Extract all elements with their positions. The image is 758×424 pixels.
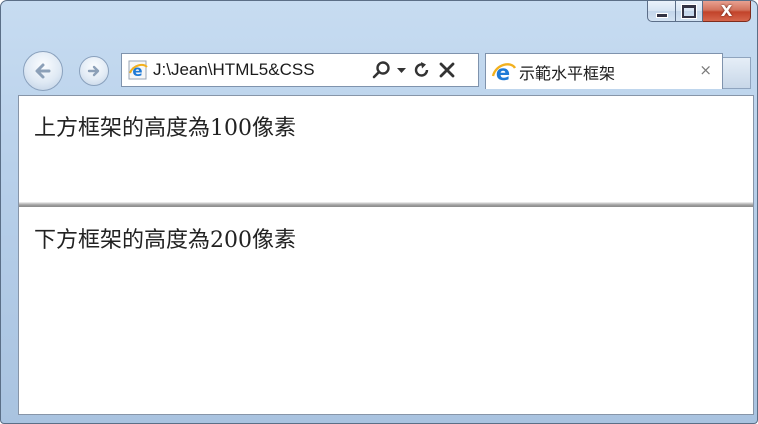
close-icon: X bbox=[720, 1, 733, 20]
close-window-button[interactable]: X bbox=[703, 1, 751, 22]
url-text[interactable]: J:\Jean\HTML5&CSS bbox=[153, 60, 365, 80]
ie-page-icon: e bbox=[128, 60, 148, 80]
bottom-frame: 下方框架的高度為200像素 bbox=[19, 208, 753, 414]
back-arrow-icon bbox=[35, 63, 51, 79]
browser-window: X e J:\Jean\HTML5&CSS e 示範水平框架 × 上方框架的高度… bbox=[0, 0, 758, 424]
refresh-icon[interactable] bbox=[412, 60, 432, 80]
minimize-button[interactable] bbox=[647, 1, 676, 22]
frameset-content: 上方框架的高度為100像素 下方框架的高度為200像素 bbox=[18, 95, 754, 415]
frame-splitter[interactable] bbox=[19, 203, 753, 207]
top-frame: 上方框架的高度為100像素 bbox=[19, 96, 753, 203]
maximize-icon bbox=[682, 4, 696, 18]
tab-active[interactable]: e 示範水平框架 × bbox=[485, 53, 723, 89]
bottom-frame-text: 下方框架的高度為200像素 bbox=[34, 228, 296, 253]
search-icon[interactable] bbox=[371, 60, 391, 80]
tab-title: 示範水平框架 bbox=[519, 63, 616, 83]
maximize-button[interactable] bbox=[676, 1, 703, 22]
stop-icon[interactable] bbox=[438, 61, 456, 79]
forward-button[interactable] bbox=[79, 56, 109, 86]
window-controls: X bbox=[647, 1, 751, 22]
new-tab-button[interactable] bbox=[723, 57, 751, 89]
address-bar[interactable]: e J:\Jean\HTML5&CSS bbox=[121, 53, 479, 87]
top-frame-text: 上方框架的高度為100像素 bbox=[34, 116, 296, 141]
dropdown-arrow-icon[interactable] bbox=[397, 66, 406, 74]
ie-logo-icon: e bbox=[491, 61, 517, 85]
tab-close-icon[interactable]: × bbox=[699, 63, 712, 78]
minimize-icon bbox=[655, 12, 668, 18]
address-controls bbox=[371, 60, 456, 80]
back-button[interactable] bbox=[23, 51, 63, 91]
forward-arrow-icon bbox=[87, 65, 100, 77]
